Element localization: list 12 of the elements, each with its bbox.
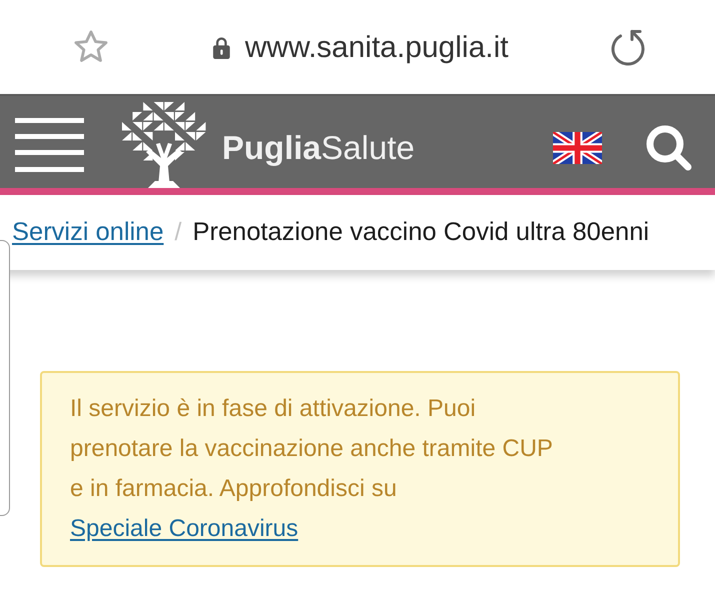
logo-text[interactable]: PugliaSalute bbox=[222, 131, 415, 164]
notice-text: Il servizio è in fase di attivazione. Puoi prenotare la vaccinazione anche tramite CUP e in farmacia. Approfondisci su Speciale Coronavirus bbox=[70, 394, 554, 544]
breadcrumb-separator: / bbox=[174, 216, 182, 248]
menu-icon[interactable] bbox=[15, 118, 84, 172]
breadcrumb-link[interactable]: Servizi online bbox=[12, 213, 164, 252]
url-text[interactable]: www.sanita.puglia.it bbox=[245, 24, 508, 70]
uk-flag-icon[interactable] bbox=[553, 132, 602, 164]
search-icon[interactable] bbox=[645, 124, 693, 172]
tree-logo-icon[interactable] bbox=[120, 100, 208, 188]
breadcrumb-current: Prenotazione vaccino Covid ultra 80enni bbox=[192, 217, 650, 248]
reload-icon[interactable] bbox=[610, 28, 646, 66]
notice-link[interactable]: Speciale Coronavirus bbox=[70, 515, 298, 542]
